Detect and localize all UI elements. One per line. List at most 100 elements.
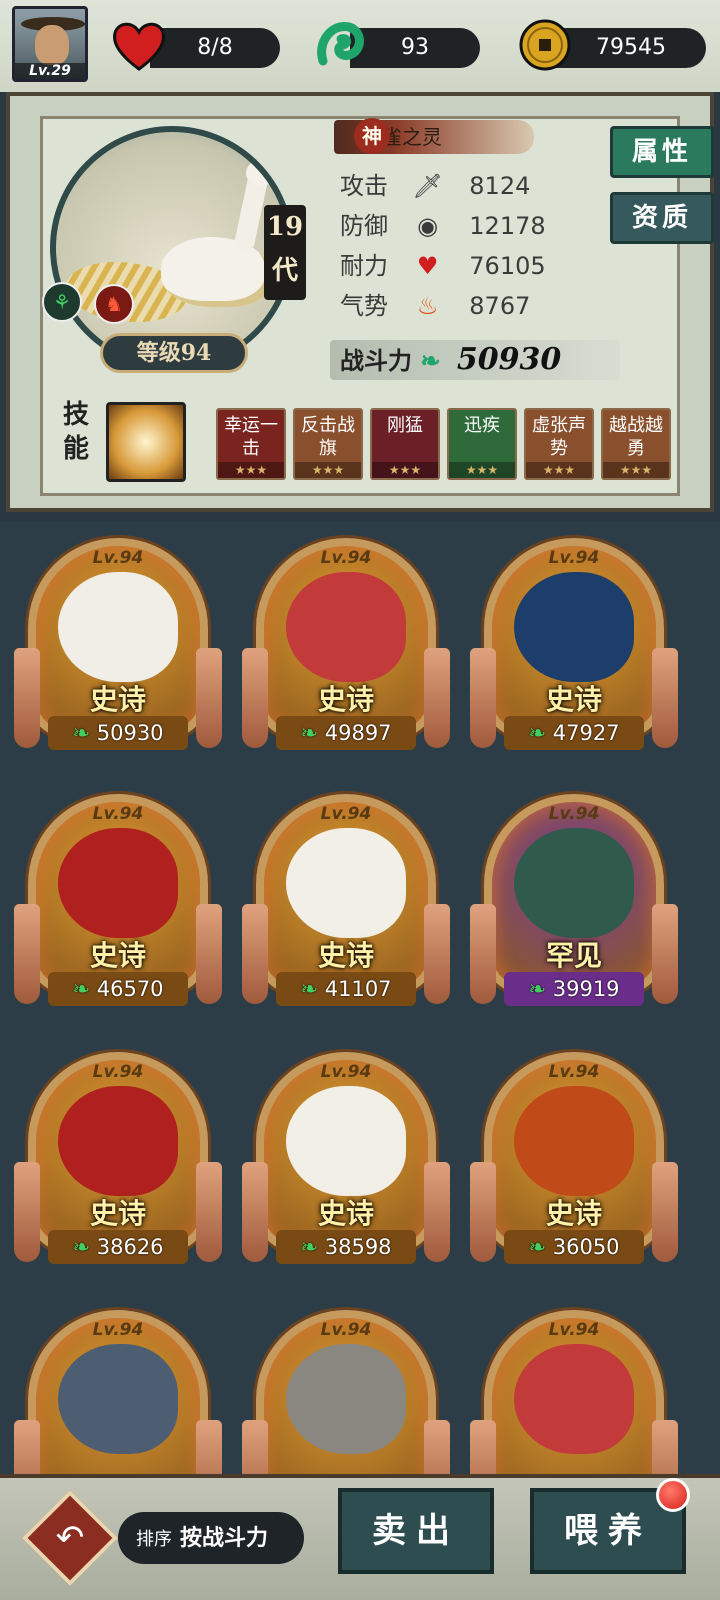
trait-label: 越战越勇 [609,415,663,459]
rooster-card[interactable]: Lv.94 史诗 ❧ 41107 [238,784,454,1028]
player-level: Lv.29 [15,63,85,79]
rooster-card[interactable]: Lv.94 史诗 ❧ 46570 [10,784,226,1028]
tab-aptitude[interactable]: 资质 [610,192,714,244]
card-power-value: 38598 [324,1235,392,1259]
card-power-value: 39919 [552,977,620,1001]
trait-slot[interactable]: 迅疾 ★★★ [447,408,517,480]
bird-body-icon [161,237,271,307]
sort-button[interactable]: 排序 按战斗力 [118,1512,304,1564]
card-level: Lv.94 [92,1062,144,1082]
trait-stars: ★★★ [449,462,515,478]
stat-label: 耐力 [340,252,388,280]
rooster-card[interactable]: Lv.94 史诗 ❧ 38626 [10,1042,226,1286]
trait-slot[interactable]: 幸运一击 ★★★ [216,408,286,480]
card-level: Lv.94 [320,804,372,824]
rooster-card[interactable]: Lv.94 史诗 ❧ 49897 [238,528,454,772]
bottom-bar: ↶ 排序 按战斗力 卖出 喂养 [0,1474,720,1600]
notification-dot-icon [656,1478,690,1512]
trait-stars: ★★★ [218,462,284,478]
stat-value: 8767 [469,292,531,320]
top-bar: Lv.29 8/8 93 79545 [0,0,720,92]
card-rarity: 史诗 [545,683,602,716]
rooster-icon [514,1344,634,1454]
stat-value: 8124 [469,172,531,200]
card-rarity: 罕见 [545,939,602,972]
trait-slot[interactable]: 越战越勇 ★★★ [601,408,671,480]
player-avatar[interactable]: Lv.29 [12,6,88,82]
jade-icon: ❧ [528,1235,553,1259]
rooster-class-icon[interactable]: ♞ [94,284,134,324]
card-power-value: 41107 [324,977,392,1001]
trait-slot[interactable]: 虚张声势 ★★★ [524,408,594,480]
card-power: ❧ 38626 [48,1230,188,1264]
skill-label: 技能 [62,400,89,464]
card-power: ❧ 47927 [504,716,644,750]
trait-label: 虚张声势 [532,415,586,459]
rooster-icon [286,572,406,682]
card-power-value: 47927 [552,721,620,745]
card-power-value: 50930 [96,721,164,745]
rooster-icon [286,828,406,938]
rooster-card[interactable]: Lv.94 史诗 ❧ 47927 [466,528,682,772]
rooster-card[interactable]: Lv.94 史诗 ❧ 50930 [10,528,226,772]
trait-slot[interactable]: 刚猛 ★★★ [370,408,440,480]
combat-power-label: 战斗力 [340,346,412,375]
jade-icon: ❧ [528,721,553,745]
card-level: Lv.94 [548,548,600,568]
sort-value: 按战斗力 [180,1525,269,1551]
pet-level-plate: 等级94 [100,333,248,373]
jade-icon: ❧ [300,721,325,745]
heart-icon: ♥ [416,252,439,280]
card-power: ❧ 49897 [276,716,416,750]
tab-attributes[interactable]: 属性 [610,126,714,178]
card-power-value: 36050 [552,1235,620,1259]
card-rarity: 史诗 [89,939,146,972]
card-power: ❧ 39919 [504,972,644,1006]
trait-stars: ★★★ [603,462,669,478]
card-power: ❧ 41107 [276,972,416,1006]
trait-label: 反击战旗 [301,415,355,459]
flame-icon: ♨ [416,292,439,320]
pet-name-bar: 神 雀之灵 [334,118,534,154]
combat-power: 战斗力 ❧ 50930 [330,340,620,380]
card-rarity: 史诗 [89,1197,146,1230]
trait-label: 迅疾 [464,415,500,436]
back-button[interactable]: ↶ [21,1489,119,1587]
card-level: Lv.94 [548,1062,600,1082]
rooster-card[interactable]: Lv.94 史诗 ❧ 38598 [238,1042,454,1286]
rooster-icon [514,1086,634,1196]
generation-tag: 19代 [264,205,306,300]
jade-icon: ❧ [300,1235,325,1259]
peacock-skill-icon[interactable] [106,402,186,482]
card-level: Lv.94 [92,804,144,824]
stat-value: 12178 [469,212,546,240]
stat-label: 气势 [340,292,388,320]
card-level: Lv.94 [320,1320,372,1340]
card-level: Lv.94 [92,548,144,568]
sort-label: 排序 [136,1529,172,1550]
heart-icon [108,14,170,76]
stat-label: 防御 [340,212,388,240]
bird-head-icon [246,160,276,186]
coin-icon [514,14,576,76]
sell-button[interactable]: 卖出 [338,1488,494,1574]
rooster-icon [58,572,178,682]
trait-stars: ★★★ [295,462,361,478]
element-icon[interactable]: ⚘ [42,282,82,322]
rooster-icon [514,572,634,682]
jade-icon [310,14,372,76]
rooster-card[interactable]: Lv.94 史诗 ❧ 36050 [466,1042,682,1286]
card-rarity: 史诗 [317,939,374,972]
trait-slot[interactable]: 反击战旗 ★★★ [293,408,363,480]
card-rarity: 史诗 [317,683,374,716]
jade-icon: ❧ [72,1235,97,1259]
card-level: Lv.94 [548,804,600,824]
card-power-value: 38626 [96,1235,164,1259]
rooster-grid: Lv.94 史诗 ❧ 50930 Lv.94 史诗 ❧ 49897 Lv.94 … [0,522,720,1520]
jade-icon: ❧ [72,977,97,1001]
stat-stamina: 耐力 ♥ 76105 [340,248,546,284]
stat-attack: 攻击 🗡 8124 [340,168,530,204]
rooster-card[interactable]: Lv.94 罕见 ❧ 39919 [466,784,682,1028]
card-rarity: 史诗 [317,1197,374,1230]
rooster-icon [58,1086,178,1196]
